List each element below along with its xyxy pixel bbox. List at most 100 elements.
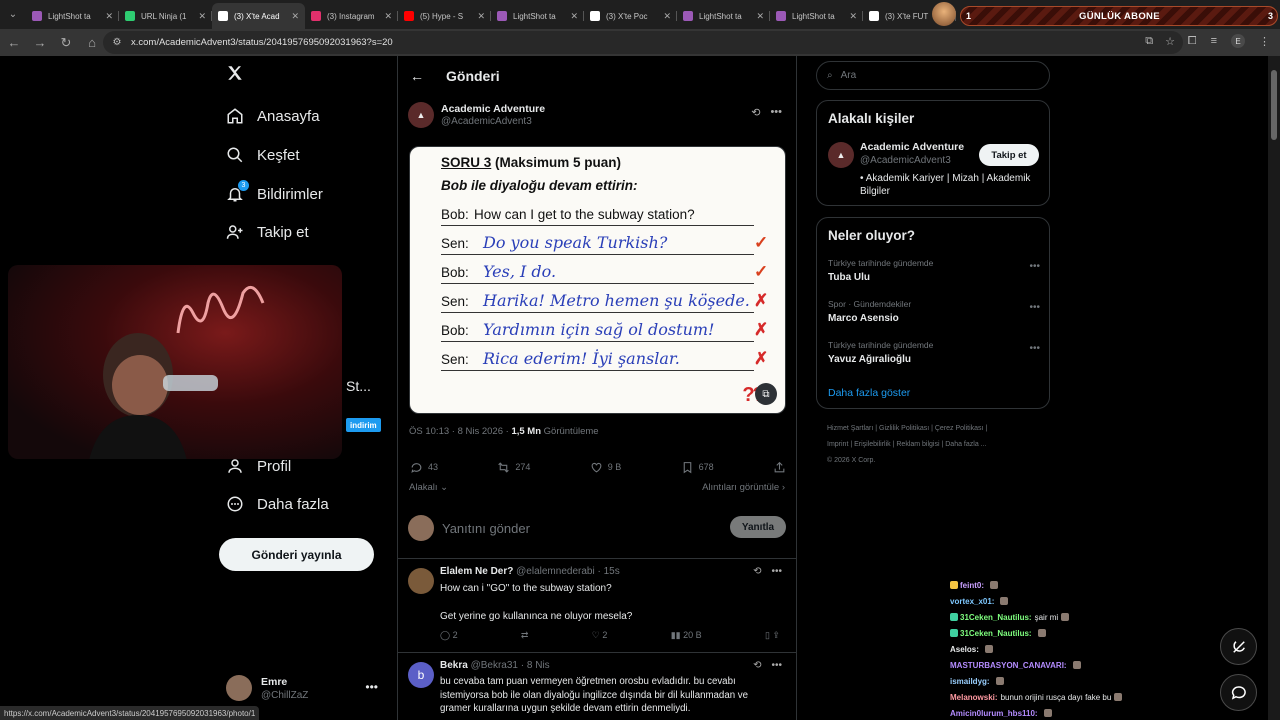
reply-item[interactable]: Elalem Ne Der? @elalemnederabi · 15s ⟲ ••…: [408, 566, 788, 652]
author-avatar[interactable]: ▲: [408, 102, 434, 128]
nav-explore[interactable]: Keşfet: [226, 141, 300, 169]
back-arrow-icon[interactable]: ←: [410, 68, 426, 84]
reply-input[interactable]: Yanıtını gönder: [442, 521, 530, 536]
related-person-name[interactable]: Academic Adventure: [860, 141, 964, 153]
tab-close-icon[interactable]: ✕: [477, 11, 485, 22]
account-switcher[interactable]: Emre @ChillZaZ •••: [226, 672, 386, 704]
reply-avatar[interactable]: b: [408, 662, 434, 688]
related-person-handle: @AcademicAdvent3: [860, 155, 951, 166]
profile-avatar[interactable]: E: [1231, 34, 1245, 48]
extensions-icon[interactable]: ⧠: [1188, 35, 1197, 48]
grok-fab-icon[interactable]: [1220, 628, 1257, 665]
reply-avatar[interactable]: [408, 568, 434, 594]
tab-close-icon[interactable]: ✕: [756, 11, 764, 22]
search-input[interactable]: ⌕ Ara: [816, 61, 1050, 90]
grok-icon[interactable]: ⟲: [751, 106, 760, 119]
show-more-link[interactable]: Daha fazla göster: [828, 387, 910, 399]
browser-tab[interactable]: LightShot ta ✕: [491, 3, 584, 29]
view-quotes-link[interactable]: Alıntıları görüntüle ›: [702, 482, 785, 493]
grok-icon[interactable]: ⟲: [753, 566, 761, 577]
question-number: SORU 3: [441, 155, 492, 170]
browser-tab[interactable]: (3) X'te Acad ✕: [212, 3, 305, 29]
reply-repost-action[interactable]: ⇄: [521, 630, 529, 641]
account-avatar: [226, 675, 252, 701]
reply-author-name[interactable]: Elalem Ne Der?: [440, 566, 513, 577]
reply-views-action[interactable]: ▮▮ 20 B: [671, 630, 702, 641]
tab-close-icon[interactable]: ✕: [384, 11, 392, 22]
x-page: Anasayfa Keşfet 3 Bildirimler Takip et P…: [0, 56, 1280, 720]
media-icon[interactable]: ≡: [1211, 35, 1217, 47]
related-person-avatar[interactable]: ▲: [828, 142, 854, 168]
reply-bookmark-action[interactable]: ▯ ⇪: [765, 630, 780, 641]
nav-more[interactable]: Daha fazla: [226, 490, 329, 518]
url-text: x.com/AcademicAdvent3/status/20419576950…: [131, 37, 393, 48]
account-more-icon[interactable]: •••: [365, 680, 378, 694]
home-button[interactable]: ⌂: [80, 31, 104, 55]
tab-close-icon[interactable]: ✕: [105, 11, 113, 22]
footer-line[interactable]: Hizmet Şartları | Gizlilik Politikası | …: [827, 421, 1047, 437]
bookmark-action[interactable]: 678: [681, 460, 714, 474]
reply-submit-button[interactable]: Yanıtla: [730, 516, 786, 538]
browser-tab[interactable]: LightShot ta ✕: [770, 3, 863, 29]
page-scrollbar[interactable]: [1268, 56, 1280, 720]
author-name[interactable]: Academic Adventure: [441, 103, 545, 115]
trend-item[interactable]: Türkiye tarihinde gündemde Tuba Ulu •••: [828, 258, 1040, 283]
post-button[interactable]: Gönderi yayınla: [219, 538, 374, 571]
tab-close-icon[interactable]: ✕: [570, 11, 578, 22]
trend-more-icon[interactable]: •••: [1029, 302, 1040, 313]
post-image[interactable]: SORU 3 (Maksimum 5 puan) Bob ile diyaloğ…: [409, 146, 786, 414]
site-info-icon[interactable]: ⚙: [111, 37, 123, 49]
reload-button[interactable]: ↻: [54, 31, 78, 55]
nav-home[interactable]: Anasayfa: [226, 102, 320, 130]
browser-menu-icon[interactable]: ⋮: [1259, 35, 1270, 48]
nav-notifications[interactable]: 3 Bildirimler: [226, 180, 323, 208]
repost-action[interactable]: 274: [497, 460, 530, 474]
nav-follow[interactable]: Takip et: [226, 218, 309, 246]
tab-close-icon[interactable]: ✕: [198, 11, 206, 22]
forward-button[interactable]: →: [28, 31, 52, 55]
reply-like-action[interactable]: ♡ 2: [592, 630, 608, 641]
trend-item[interactable]: Spor · Gündemdekiler Marco Asensio •••: [828, 299, 1040, 324]
reply-action[interactable]: 43: [410, 460, 438, 474]
follow-button[interactable]: Takip et: [979, 144, 1039, 166]
browser-tab[interactable]: (3) X'te Poc ✕: [584, 3, 677, 29]
trend-more-icon[interactable]: •••: [1029, 343, 1040, 354]
bell-icon: 3: [226, 180, 249, 203]
bookmark-count: 678: [698, 462, 714, 472]
reply-item[interactable]: b Bekra @Bekra31 · 8 Nis ⟲ ••• bu cevaba …: [408, 660, 788, 720]
sort-dropdown[interactable]: Alakalı ⌄: [409, 482, 448, 493]
tab-close-icon[interactable]: ✕: [849, 11, 857, 22]
url-bar[interactable]: ⚙ x.com/AcademicAdvent3/status/204195769…: [103, 31, 1183, 54]
tab-close-icon[interactable]: ✕: [291, 11, 299, 22]
image-expand-icon[interactable]: ⧉: [755, 383, 777, 405]
footer-line[interactable]: Imprint | Erişilebilirlik | Reklam bilgi…: [827, 437, 1047, 453]
reply-more-icon[interactable]: •••: [771, 660, 782, 671]
reply-more-icon[interactable]: •••: [771, 566, 782, 577]
tab-close-icon[interactable]: ✕: [663, 11, 671, 22]
scrollbar-thumb[interactable]: [1271, 70, 1277, 140]
browser-tab[interactable]: URL Ninja (1 ✕: [119, 3, 212, 29]
back-button[interactable]: ←: [2, 31, 26, 55]
install-icon[interactable]: ⧉: [1145, 35, 1153, 48]
reply-reply-action[interactable]: ◯ 2: [440, 630, 458, 641]
messages-fab-icon[interactable]: [1220, 674, 1257, 711]
trend-more-icon[interactable]: •••: [1029, 261, 1040, 272]
x-logo-icon[interactable]: [226, 64, 246, 86]
author-handle[interactable]: @AcademicAdvent3: [441, 116, 545, 127]
bookmark-star-icon[interactable]: ☆: [1165, 35, 1175, 48]
chat-username: 31Ceken_Nautilus:: [960, 628, 1032, 638]
like-action[interactable]: 9 B: [590, 460, 621, 474]
trends-card: Neler oluyor? Türkiye tarihinde gündemde…: [816, 217, 1050, 409]
reply-author-name[interactable]: Bekra: [440, 660, 468, 671]
share-action[interactable]: [773, 460, 786, 474]
browser-tab[interactable]: (3) Instagram ✕: [305, 3, 398, 29]
tab-search-button[interactable]: ⌄: [0, 0, 26, 29]
browser-tab[interactable]: (5) Hype - S ✕: [398, 3, 491, 29]
nav-profile-label: Profil: [257, 457, 292, 475]
trend-item[interactable]: Türkiye tarihinde gündemde Yavuz Ağırali…: [828, 340, 1040, 365]
browser-tab[interactable]: LightShot ta ✕: [677, 3, 770, 29]
post-more-icon[interactable]: •••: [770, 106, 782, 119]
reply-line: bu cevaba tam puan vermeyen öğretmen oro…: [440, 676, 736, 687]
browser-tab[interactable]: LightShot ta ✕: [26, 3, 119, 29]
grok-icon[interactable]: ⟲: [753, 660, 761, 671]
